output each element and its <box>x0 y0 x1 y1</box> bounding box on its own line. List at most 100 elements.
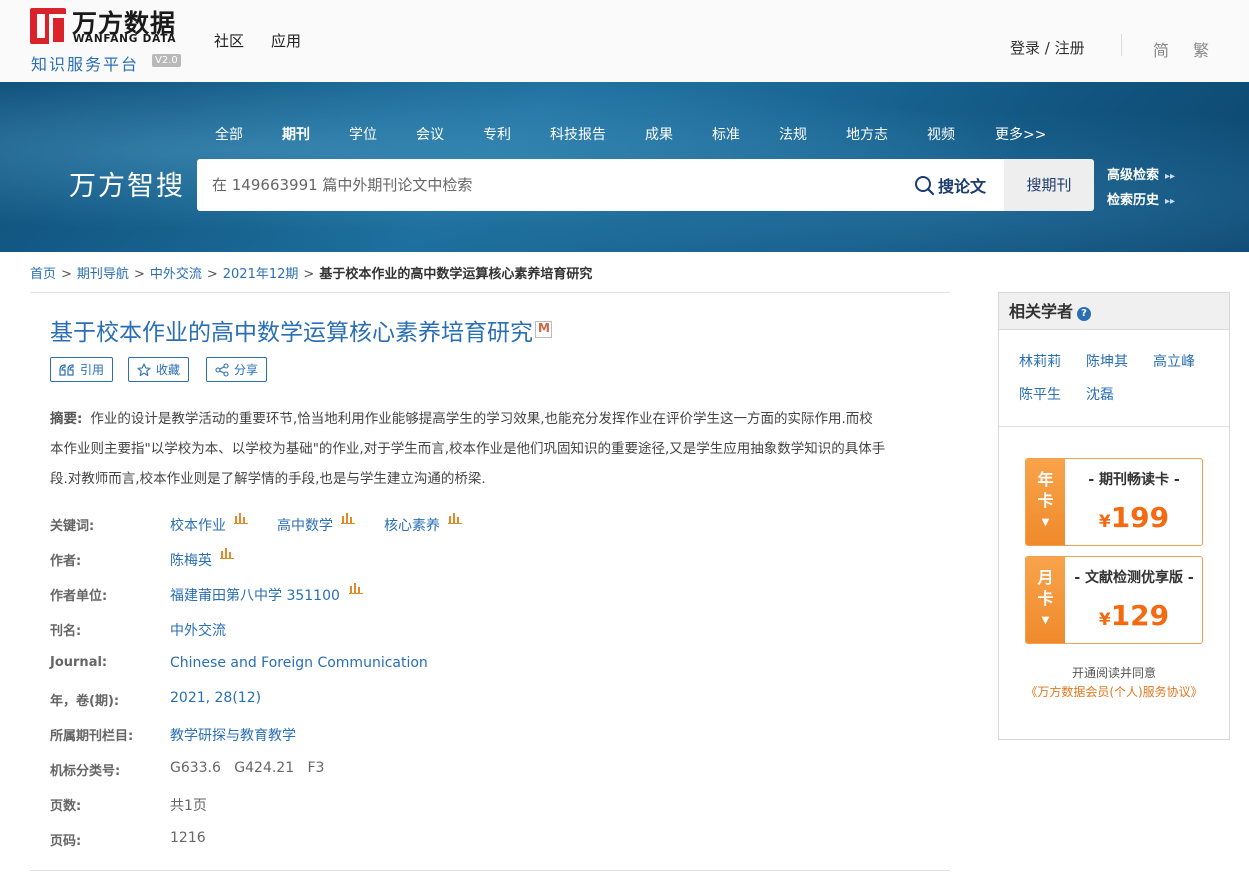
version-badge: V2.0 <box>152 54 181 67</box>
card-name: - 文献检测优享版 - <box>1074 570 1194 586</box>
search-papers-button[interactable]: 搜论文 <box>914 173 986 197</box>
bar-chart-icon[interactable] <box>341 512 355 524</box>
journal-en-link[interactable]: Chinese and Foreign Communication <box>170 655 428 671</box>
search-history-label: 检索历史 <box>1107 193 1160 208</box>
double-arrow-icon: ▸▸ <box>1165 196 1176 207</box>
cite-label: 引用 <box>80 363 105 377</box>
search-input[interactable] <box>197 159 897 211</box>
divider <box>30 870 950 871</box>
nav-apps[interactable]: 应用 <box>271 30 301 51</box>
column-link[interactable]: 教学研探与教育教学 <box>170 725 296 745</box>
share-icon <box>215 362 229 377</box>
abstract-line: 本作业则主要指"以学校为本、以学校为基础"的作业,对于学生而言,校本作业是他们巩… <box>50 441 886 457</box>
volume-link[interactable]: 2021, 28(12) <box>170 690 261 706</box>
cat-tech-report[interactable]: 科技报告 <box>550 124 606 144</box>
cat-journal[interactable]: 期刊 <box>282 124 310 144</box>
wanfang-logo-icon[interactable] <box>30 8 68 46</box>
search-history-link[interactable]: 检索历史 ▸▸ <box>1107 189 1175 208</box>
keyword-link[interactable]: 核心素养 <box>384 515 440 535</box>
quote-icon <box>59 363 74 376</box>
panel-title: 相关学者 <box>1009 302 1074 321</box>
top-bar: 万方数据 WANFANG DATA 知识服务平台 V2.0 社区 应用 登录 /… <box>0 0 1249 82</box>
logo-subtitle: 知识服务平台 <box>31 55 140 74</box>
affiliation-link[interactable]: 福建莆田第八中学 351100 <box>170 585 340 605</box>
abstract-label: 摘要: <box>50 411 83 427</box>
keyword-link[interactable]: 高中数学 <box>277 515 333 535</box>
breadcrumb-issue[interactable]: 2021年12期 <box>223 267 299 282</box>
scholar-link[interactable]: 陈平生 <box>1019 384 1061 404</box>
bar-chart-icon[interactable] <box>220 547 234 559</box>
card-price: ¥129 <box>1098 599 1170 632</box>
search-icon <box>914 175 935 195</box>
favorite-label: 收藏 <box>156 363 181 377</box>
help-icon[interactable]: ? <box>1077 307 1092 321</box>
cat-achievement[interactable]: 成果 <box>645 124 673 144</box>
cat-conference[interactable]: 会议 <box>416 124 444 144</box>
login-register-link[interactable]: 登录 / 注册 <box>1010 37 1085 58</box>
down-arrow-icon: ▼ <box>1041 517 1050 528</box>
lang-simplified[interactable]: 简 <box>1153 37 1169 61</box>
double-arrow-icon: ▸▸ <box>1165 171 1176 182</box>
bar-chart-icon[interactable] <box>349 582 363 594</box>
bar-chart-icon[interactable] <box>448 512 462 524</box>
panel-header: 相关学者? <box>999 293 1229 330</box>
clc-label: 机标分类号: <box>50 764 121 779</box>
breadcrumb-home[interactable]: 首页 <box>30 267 56 282</box>
divider <box>999 426 1229 427</box>
favorite-button[interactable]: 收藏 <box>128 357 190 382</box>
card-tab: 月 卡 ▼ <box>1026 557 1065 643</box>
agreement-text: 开通阅读并同意 <box>1071 666 1156 680</box>
journal-label: 刊名: <box>50 624 82 639</box>
scholar-link[interactable]: 高立峰 <box>1153 351 1195 371</box>
clc-value: G633.6 G424.21 F3 <box>170 760 325 776</box>
scholar-link[interactable]: 林莉莉 <box>1019 351 1061 371</box>
cat-local-chronicle[interactable]: 地方志 <box>846 124 888 144</box>
pages-label: 页数: <box>50 799 82 814</box>
page-number-value: 1216 <box>170 830 206 846</box>
share-button[interactable]: 分享 <box>206 357 268 382</box>
cat-video[interactable]: 视频 <box>927 124 955 144</box>
logo-text-en: WANFANG DATA <box>73 33 177 45</box>
breadcrumb-journal[interactable]: 中外交流 <box>150 267 202 282</box>
search-papers-label: 搜论文 <box>937 177 986 196</box>
search-brand-title: 万方智搜 <box>69 171 185 202</box>
mobile-badge-icon[interactable] <box>535 321 552 338</box>
cite-button[interactable]: 引用 <box>50 357 114 382</box>
agreement-link[interactable]: 《万方数据会员(个人)服务协议》 <box>999 683 1229 700</box>
cat-degree[interactable]: 学位 <box>349 124 377 144</box>
card-price: ¥199 <box>1098 501 1170 534</box>
author-link[interactable]: 陈梅英 <box>170 550 212 570</box>
lang-traditional[interactable]: 繁 <box>1193 37 1209 61</box>
keyword-link[interactable]: 校本作业 <box>170 515 226 535</box>
search-banner: 全部 期刊 学位 会议 专利 科技报告 成果 标准 法规 地方志 视频 更多>>… <box>0 82 1249 252</box>
pages-value: 共1页 <box>170 798 207 814</box>
cat-all[interactable]: 全部 <box>215 124 243 144</box>
related-scholars-panel: 相关学者? 林莉莉 陈坤其 高立峰 陈平生 沈磊 年 卡 ▼ - 期刊畅读卡 -… <box>998 292 1230 740</box>
divider <box>1121 34 1122 56</box>
abstract: 摘要: 作业的设计是教学活动的重要环节,恰当地利用作业能够提高学生的学习效果,也能… <box>50 404 920 494</box>
breadcrumb-current: 基于校本作业的高中数学运算核心素养培育研究 <box>319 267 593 282</box>
annual-card[interactable]: 年 卡 ▼ - 期刊畅读卡 - ¥199 <box>1025 458 1203 546</box>
column-label: 所属期刊栏目: <box>50 729 134 744</box>
advanced-search-link[interactable]: 高级检索 ▸▸ <box>1107 164 1175 183</box>
article-title-text: 基于校本作业的高中数学运算核心素养培育研究 <box>50 320 533 346</box>
bar-chart-icon[interactable] <box>234 512 248 524</box>
breadcrumb: 首页 > 期刊导航 > 中外交流 >2021年12期 > 基于校本作业的高中数学运算核心素养培… <box>30 267 593 282</box>
cat-standard[interactable]: 标准 <box>712 124 740 144</box>
affiliation-label: 作者单位: <box>50 589 108 604</box>
volume-label: 年，卷(期): <box>50 694 120 709</box>
cat-law[interactable]: 法规 <box>779 124 807 144</box>
search-journals-button[interactable]: 搜期刊 <box>1004 159 1094 211</box>
cat-patent[interactable]: 专利 <box>483 124 511 144</box>
down-arrow-icon: ▼ <box>1041 615 1050 626</box>
star-icon <box>137 362 151 376</box>
scholar-link[interactable]: 沈磊 <box>1086 384 1114 404</box>
journal-link[interactable]: 中外交流 <box>170 620 226 640</box>
monthly-card[interactable]: 月 卡 ▼ - 文献检测优享版 - ¥129 <box>1025 556 1203 644</box>
cat-more[interactable]: 更多>> <box>995 124 1046 144</box>
advanced-search-label: 高级检索 <box>1107 168 1160 183</box>
nav-community[interactable]: 社区 <box>214 30 244 51</box>
scholar-link[interactable]: 陈坤其 <box>1086 351 1128 371</box>
breadcrumb-journal-nav[interactable]: 期刊导航 <box>77 267 129 282</box>
share-label: 分享 <box>234 363 259 377</box>
